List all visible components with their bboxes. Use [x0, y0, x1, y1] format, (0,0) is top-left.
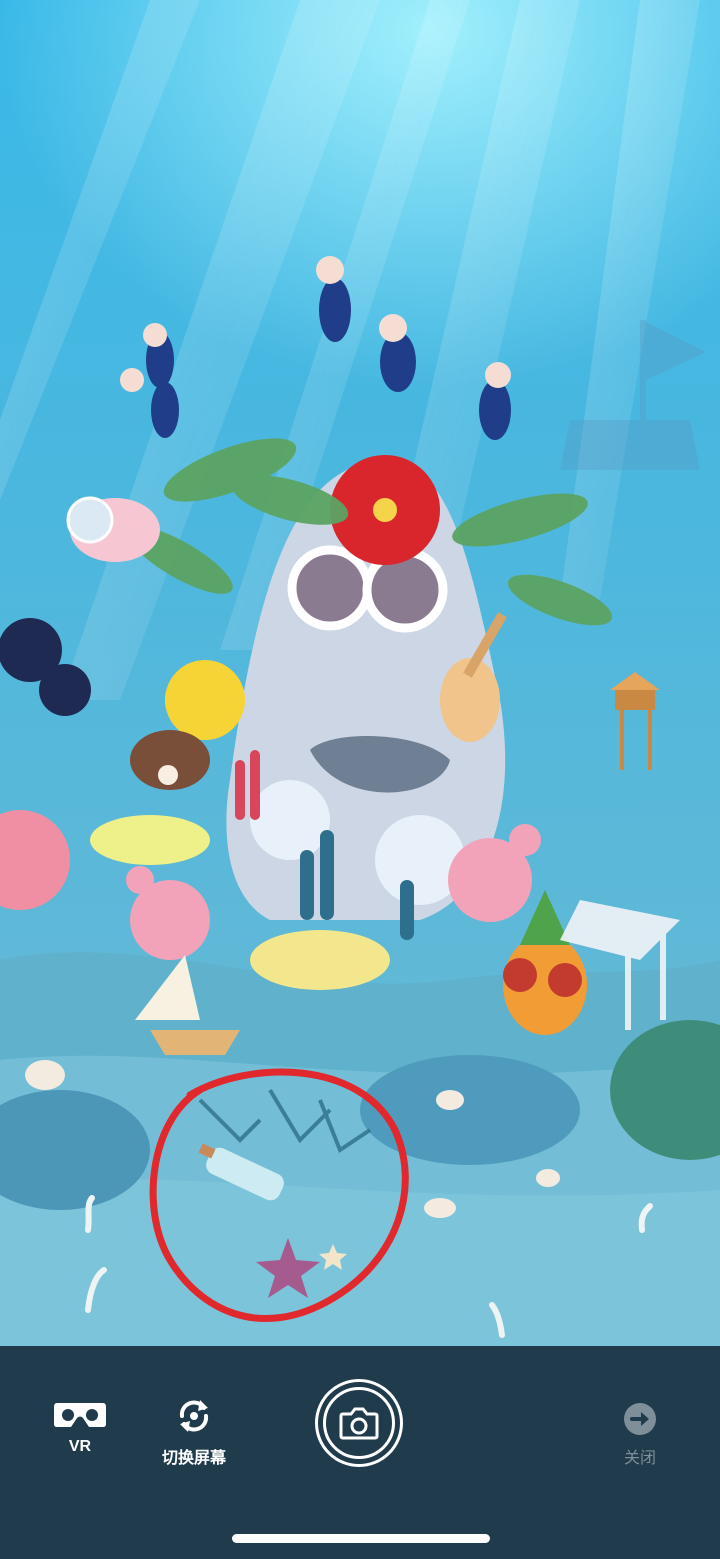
arrow-right-circle-icon: [624, 1403, 656, 1435]
shutter-ring: [323, 1387, 395, 1459]
switch-screen-label: 切换屏幕: [161, 1450, 226, 1467]
camera-icon: [339, 1407, 379, 1440]
switch-screen-button[interactable]: 切换屏幕: [158, 1396, 230, 1468]
vr-label: VR: [68, 1438, 92, 1455]
close-button[interactable]: 关闭: [612, 1402, 668, 1468]
shutter-button[interactable]: [315, 1379, 403, 1467]
rotate-icon: [179, 1400, 209, 1432]
vr-headset-icon: [54, 1403, 106, 1427]
home-indicator[interactable]: [232, 1534, 490, 1543]
aquarium-scene[interactable]: [0, 0, 720, 1346]
clam: [130, 730, 210, 790]
camera-toolbar: VR 切换屏幕 关闭: [0, 1346, 720, 1559]
vr-button[interactable]: VR: [50, 1400, 110, 1456]
close-label: 关闭: [623, 1450, 656, 1467]
